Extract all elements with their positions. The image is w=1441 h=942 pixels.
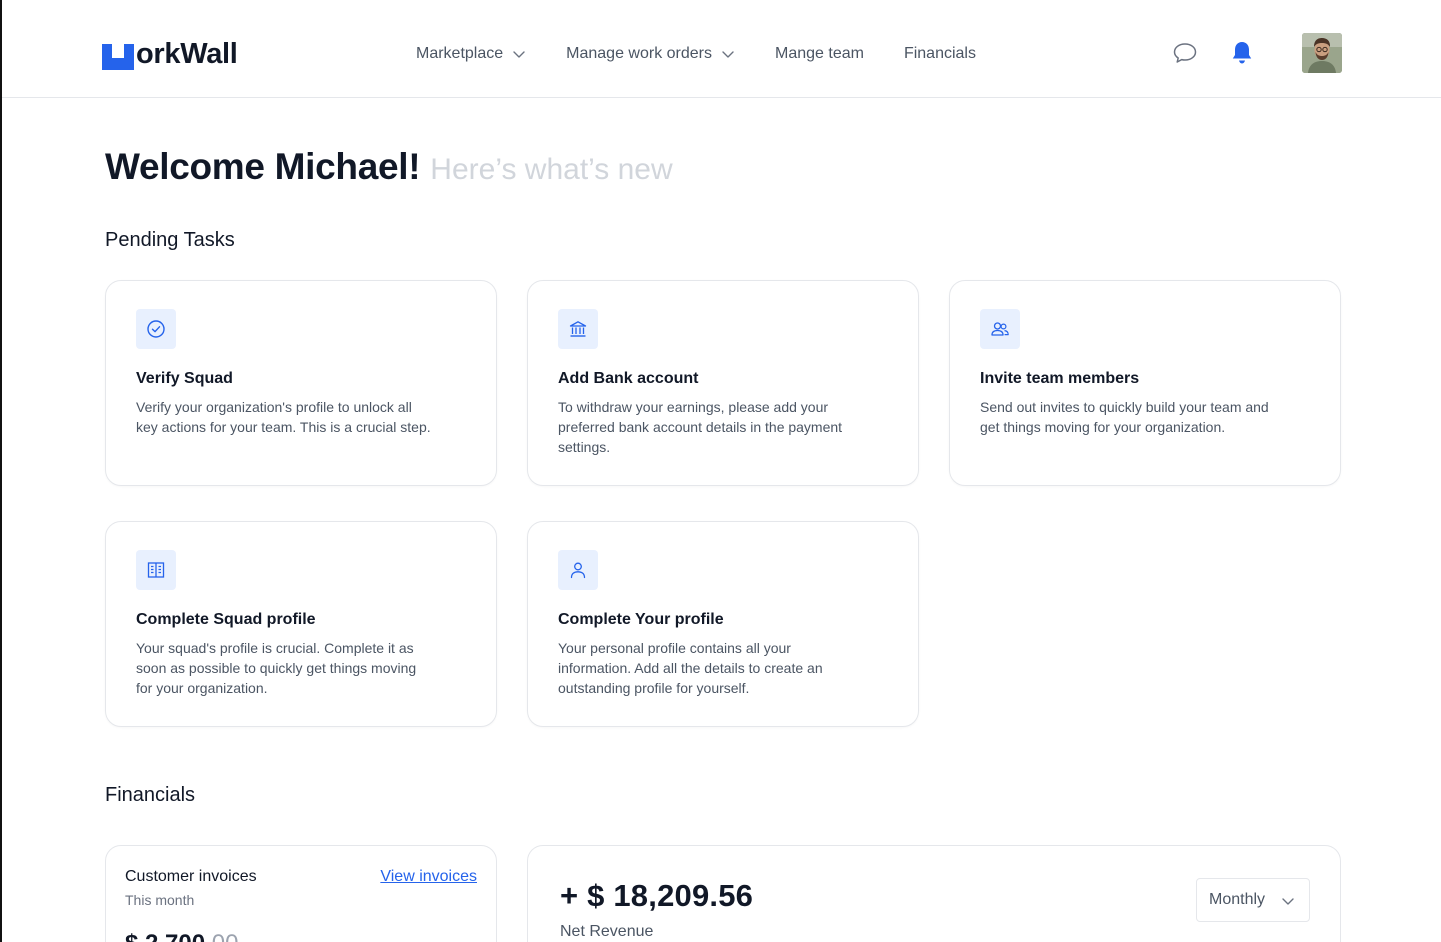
chevron-down-icon	[1282, 898, 1294, 905]
window-edge	[0, 0, 2, 942]
pending-tasks-heading: Pending Tasks	[105, 229, 235, 251]
check-circle-icon	[136, 309, 176, 349]
financials-heading: Financials	[105, 784, 196, 806]
task-card-verify-squad[interactable]: Verify Squad Verify your organization's …	[105, 280, 497, 486]
nav-marketplace[interactable]: Marketplace	[416, 42, 526, 66]
welcome-title: Welcome Michael!	[105, 146, 421, 187]
task-description: Your personal profile contains all your …	[558, 640, 823, 696]
task-title: Add Bank account	[558, 370, 699, 387]
invoices-period: This month	[125, 892, 195, 908]
nav-manage-team-label: Mange team	[775, 45, 864, 62]
nav-financials[interactable]: Financials	[904, 42, 976, 66]
net-revenue-label: Net Revenue	[560, 923, 654, 940]
period-select-value: Monthly	[1209, 891, 1266, 908]
invoices-amount: $ 2,700.00	[125, 930, 238, 942]
invoices-amount-cents: .00	[205, 930, 238, 942]
top-nav-bar: orkWall Marketplace Manage work orders M…	[2, 0, 1441, 98]
nav-marketplace-label: Marketplace	[416, 45, 504, 62]
invoices-title: Customer invoices	[125, 868, 257, 885]
logo-mark-icon	[102, 42, 134, 70]
avatar[interactable]	[1302, 33, 1342, 73]
main-nav: Marketplace Manage work orders Mange tea…	[416, 42, 976, 66]
task-title: Verify Squad	[136, 370, 233, 387]
nav-manage-work-orders-label: Manage work orders	[566, 45, 712, 62]
nav-manage-team[interactable]: Mange team	[775, 42, 864, 66]
task-card-complete-squad-profile[interactable]: Complete Squad profile Your squad's prof…	[105, 521, 497, 727]
task-description: Your squad's profile is crucial. Complet…	[136, 640, 417, 696]
notifications-button[interactable]	[1229, 40, 1255, 66]
nav-financials-label: Financials	[903, 45, 976, 62]
period-select[interactable]: Monthly	[1196, 878, 1310, 922]
task-card-complete-your-profile[interactable]: Complete Your profile Your personal prof…	[527, 521, 919, 727]
chevron-down-icon	[513, 51, 525, 58]
task-title: Complete Your profile	[558, 611, 724, 628]
view-invoices-link[interactable]: View invoices	[380, 868, 477, 886]
chat-icon	[1173, 43, 1197, 63]
logo-text: orkWall	[136, 38, 238, 70]
task-title: Complete Squad profile	[136, 611, 316, 628]
task-description: To withdraw your earnings, please add yo…	[558, 399, 843, 455]
avatar-photo	[1302, 33, 1342, 73]
bank-icon	[558, 309, 598, 349]
net-revenue-amount: + $ 18,209.56	[560, 878, 754, 913]
building-icon	[136, 550, 176, 590]
bell-icon	[1232, 42, 1252, 64]
task-description: Verify your organization's profile to un…	[136, 399, 431, 435]
nav-manage-work-orders[interactable]: Manage work orders	[566, 42, 735, 66]
welcome-banner: Welcome Michael! Here’s what’s new	[105, 146, 673, 188]
task-card-invite-team-members[interactable]: Invite team members Send out invites to …	[949, 280, 1341, 486]
users-icon	[980, 309, 1020, 349]
welcome-subtitle: Here’s what’s new	[430, 153, 673, 186]
customer-invoices-card: Customer invoices This month View invoic…	[105, 845, 497, 942]
task-card-add-bank-account[interactable]: Add Bank account To withdraw your earnin…	[527, 280, 919, 486]
chevron-down-icon	[722, 51, 734, 58]
net-revenue-card: + $ 18,209.56 Net Revenue Monthly	[527, 845, 1341, 942]
task-description: Send out invites to quickly build your t…	[980, 399, 1269, 435]
chat-button[interactable]	[1172, 40, 1198, 66]
task-title: Invite team members	[980, 370, 1140, 387]
invoices-amount-main: $ 2,700	[125, 930, 205, 942]
user-icon	[558, 550, 598, 590]
workwall-logo[interactable]: orkWall	[102, 38, 238, 70]
